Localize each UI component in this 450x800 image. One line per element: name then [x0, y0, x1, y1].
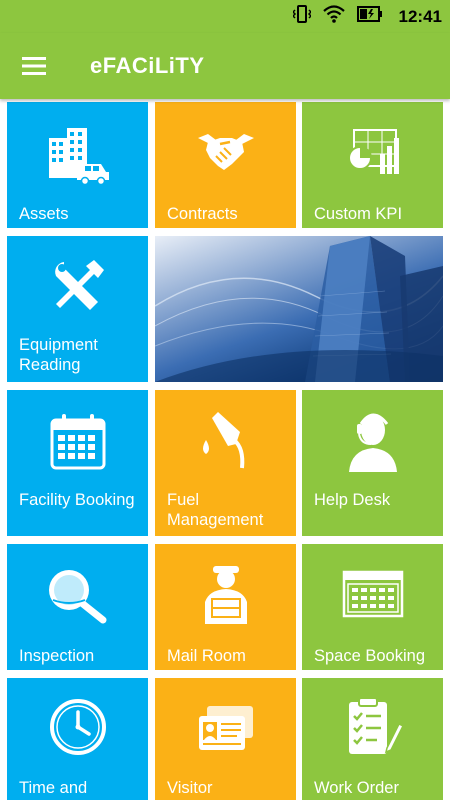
- delivery-person-icon: [155, 562, 296, 626]
- banner-image: [155, 236, 443, 382]
- kpi-chart-icon: [302, 128, 443, 192]
- buildings-car-icon: [7, 126, 148, 190]
- tile-label: Space Booking: [314, 647, 425, 665]
- tile-label: Equipment Reading: [19, 336, 98, 374]
- tile-inspection[interactable]: Inspection: [7, 544, 148, 670]
- tile-label: Work Order: [314, 779, 399, 797]
- fuel-nozzle-icon: [155, 410, 296, 474]
- floor-plan-icon: [302, 570, 443, 634]
- tile-time-and[interactable]: Time and: [7, 678, 148, 800]
- tile-label: Assets: [19, 205, 69, 223]
- module-grid: Assets Contracts Custom KPI Equipment Re…: [0, 99, 450, 800]
- tile-label: Time and: [19, 779, 88, 797]
- tile-label: Custom KPI: [314, 205, 403, 223]
- hamburger-menu-icon[interactable]: [16, 51, 54, 81]
- tile-mail-room[interactable]: Mail Room: [155, 544, 296, 670]
- tile-space-booking[interactable]: Space Booking: [302, 544, 443, 670]
- handshake-icon: [155, 128, 296, 192]
- tile-assets[interactable]: Assets: [7, 102, 148, 228]
- tile-help-desk[interactable]: Help Desk: [302, 390, 443, 536]
- tile-contracts[interactable]: Contracts: [155, 102, 296, 228]
- tile-fuel-management[interactable]: Fuel Management: [155, 390, 296, 536]
- magnifier-icon: [7, 566, 148, 630]
- tile-equipment-reading[interactable]: Equipment Reading: [7, 236, 148, 382]
- support-agent-icon: [302, 410, 443, 474]
- tile-custom-kpi[interactable]: Custom KPI: [302, 102, 443, 228]
- tile-visitor[interactable]: Visitor: [155, 678, 296, 800]
- app-title: eFACiLiTY: [90, 53, 205, 78]
- tile-label: Inspection: [19, 647, 95, 665]
- battery-icon: [356, 6, 383, 27]
- status-icons: 12:41: [291, 0, 442, 33]
- app-bar: eFACiLiTY: [0, 33, 450, 99]
- tile-work-order[interactable]: Work Order: [302, 678, 443, 800]
- vibrate-icon: [291, 4, 312, 29]
- tile-label: Contracts: [167, 205, 238, 223]
- tile-label: Help Desk: [314, 491, 391, 509]
- checklist-icon: [302, 698, 443, 762]
- tile-label: Fuel Management: [167, 491, 264, 529]
- wrench-hammer-icon: [7, 258, 148, 322]
- tile-label: Mail Room: [167, 647, 246, 665]
- status-time: 12:41: [398, 6, 442, 26]
- tile-label: Facility Booking: [19, 491, 135, 509]
- id-card-icon: [155, 704, 296, 768]
- clock-icon: [7, 698, 148, 762]
- tile-label: Visitor: [167, 779, 213, 797]
- wifi-icon: [322, 5, 345, 28]
- tile-facility-booking[interactable]: Facility Booking: [7, 390, 148, 536]
- status-bar: 12:41: [0, 0, 450, 33]
- calendar-icon: [7, 412, 148, 476]
